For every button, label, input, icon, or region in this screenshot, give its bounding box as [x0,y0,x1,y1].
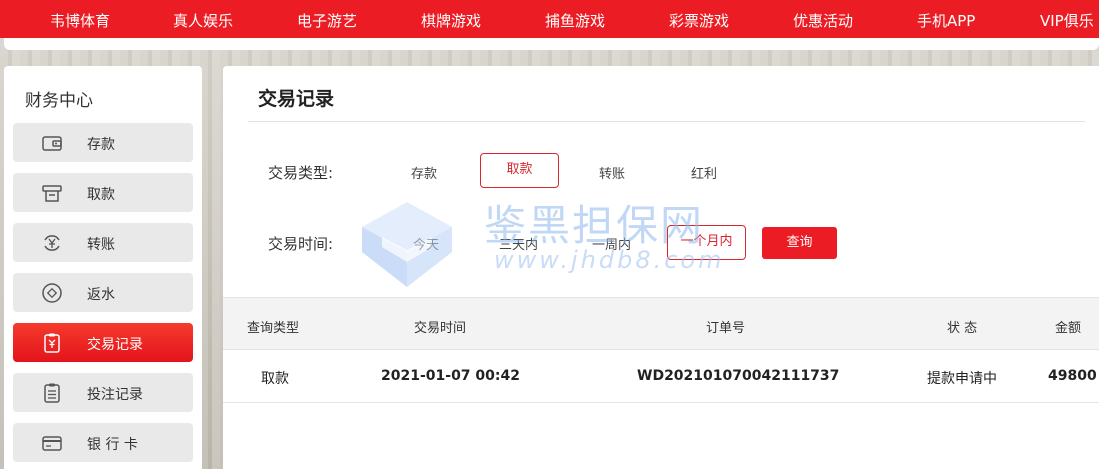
cell-time: 2021-01-07 00:42 [381,368,520,384]
type-option-withdraw[interactable]: 取款 [480,153,559,188]
sidebar-item-label: 取款 [87,187,115,203]
sidebar-item-transfer[interactable]: 转账 [13,223,193,262]
sidebar-item-label: 银 行 卡 [87,437,138,453]
sidebar-item-label: 存款 [87,137,115,153]
nav-item-live-casino[interactable]: 真人娱乐 [173,10,233,31]
cell-status: 提款申请中 [927,371,997,387]
title-divider [248,121,1085,122]
transfer-icon [44,235,60,251]
col-header-type: 查询类型 [247,321,300,336]
col-header-amount: 金额 [1055,321,1082,336]
page-title: 交易记录 [258,88,335,110]
table-row: 取款 2021-01-07 00:42 WD202101070042111737… [223,350,1099,403]
sidebar-item-transaction-records[interactable]: 交易记录 [13,323,193,362]
sidebar-item-withdraw[interactable]: 取款 [13,173,193,212]
type-option-deposit[interactable]: 存款 [411,163,437,182]
cell-order-no: WD202101070042111737 [637,368,840,384]
clipboard-icon [44,383,60,403]
nav-item-slots[interactable]: 电子游艺 [297,10,357,31]
col-header-order-no: 订单号 [706,321,746,336]
type-option-transfer[interactable]: 转账 [599,163,625,182]
type-option-bonus[interactable]: 红利 [691,163,717,182]
nav-item-card-games[interactable]: 棋牌游戏 [421,10,481,31]
col-header-time: 交易时间 [414,321,467,336]
sidebar-item-label: 返水 [87,287,115,303]
nav-item-promotions[interactable]: 优惠活动 [793,10,853,31]
time-option-today[interactable]: 今天 [413,234,439,253]
nav-item-lottery[interactable]: 彩票游戏 [669,10,729,31]
withdraw-icon [42,185,62,202]
transaction-records-panel: 交易记录 交易类型: 存款 取款 转账 红利 交易时间: 今天 三天内 一周内 … [223,66,1099,469]
finance-sidebar: 财务中心 存款 取款 转账 返水 交易记录 投注记录 银 行 卡 [4,66,202,469]
sidebar-title: 财务中心 [25,91,93,111]
nav-item-sports[interactable]: 韦博体育 [50,10,110,31]
top-navigation: 韦博体育 真人娱乐 电子游艺 棋牌游戏 捕鱼游戏 彩票游戏 优惠活动 手机APP… [0,0,1099,38]
wallet-icon [42,136,62,151]
cell-type: 取款 [261,371,289,387]
transaction-time-label: 交易时间: [268,235,334,253]
sidebar-item-label: 转账 [87,237,115,253]
sidebar-item-rebate[interactable]: 返水 [13,273,193,312]
cell-amount: 49800 [1048,368,1097,384]
sidebar-item-label: 交易记录 [87,337,143,353]
time-option-three-days[interactable]: 三天内 [499,234,538,253]
sidebar-item-bank-card[interactable]: 银 行 卡 [13,423,193,462]
table-header: 查询类型 交易时间 订单号 状 态 金额 [223,297,1099,350]
bank-card-icon [42,436,62,451]
time-option-one-week[interactable]: 一周内 [592,234,631,253]
time-option-one-month[interactable]: 一个月内 [667,225,746,260]
record-icon [44,333,60,353]
sidebar-item-label: 投注记录 [87,387,143,403]
sidebar-item-bet-records[interactable]: 投注记录 [13,373,193,412]
query-button[interactable]: 查询 [762,227,837,259]
nav-item-vip[interactable]: VIP俱乐 [1040,10,1094,31]
nav-item-mobile-app[interactable]: 手机APP [917,10,975,31]
sidebar-item-deposit[interactable]: 存款 [13,123,193,162]
transaction-type-label: 交易类型: [268,164,334,182]
header-strip [4,38,1099,50]
col-header-status: 状 态 [947,321,978,336]
rebate-icon [42,283,62,303]
nav-item-fishing[interactable]: 捕鱼游戏 [545,10,605,31]
